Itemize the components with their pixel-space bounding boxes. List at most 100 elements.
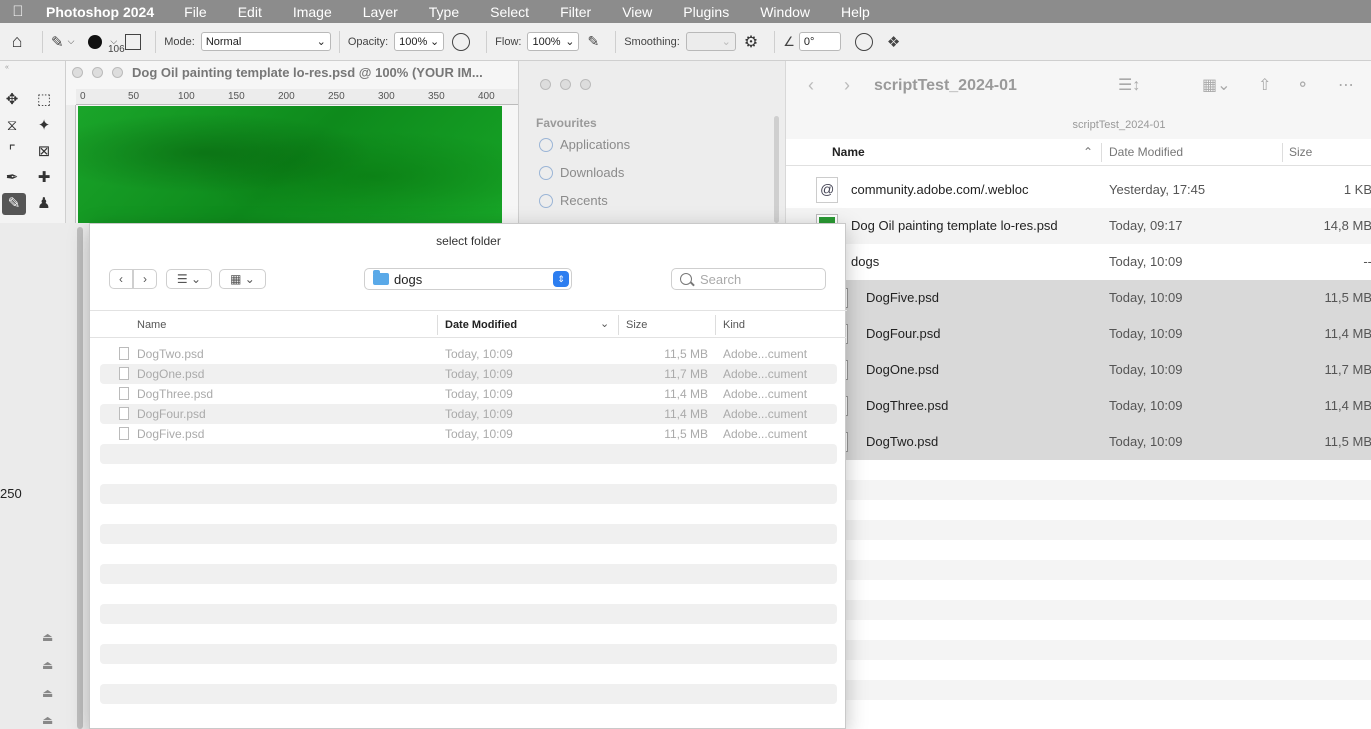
sidebar-item-downloads[interactable]: Downloads bbox=[539, 165, 624, 180]
stamp-tool-icon[interactable]: ♟ bbox=[32, 193, 56, 215]
frame-tool-icon[interactable]: ⊠ bbox=[32, 141, 56, 163]
column-name[interactable]: Name bbox=[137, 319, 166, 331]
file-date: Today, 10:09 bbox=[1109, 434, 1183, 449]
zoom-icon[interactable] bbox=[580, 79, 591, 90]
minimize-icon[interactable] bbox=[560, 79, 571, 90]
brush-tool-icon[interactable]: ✎ bbox=[2, 193, 26, 215]
column-date-modified[interactable]: Date Modified bbox=[1109, 145, 1183, 159]
list-item[interactable]: @ community.adobe.com/.webloc Yesterday,… bbox=[786, 172, 1371, 208]
eyedropper-tool-icon[interactable]: ✒ bbox=[0, 167, 24, 189]
list-view-icon[interactable]: ☰↕ bbox=[1118, 75, 1140, 95]
list-item[interactable]: Dog Oil painting template lo-res.psd Tod… bbox=[786, 208, 1371, 244]
green-canvas-image[interactable] bbox=[78, 106, 502, 223]
back-button[interactable]: ‹ bbox=[109, 269, 133, 289]
airbrush-icon[interactable]: ✎ bbox=[587, 33, 599, 50]
menu-filter[interactable]: Filter bbox=[560, 4, 603, 20]
gear-icon[interactable]: ⚙ bbox=[744, 32, 758, 52]
eject-icon[interactable]: ⏏ bbox=[42, 686, 53, 700]
column-kind[interactable]: Kind bbox=[723, 319, 745, 331]
divider bbox=[774, 30, 776, 53]
share-icon[interactable]: ⇧ bbox=[1258, 75, 1271, 95]
menu-file[interactable]: File bbox=[184, 4, 219, 20]
sidebar-item-label: Downloads bbox=[560, 165, 625, 180]
column-date-modified[interactable]: Date Modified bbox=[445, 319, 517, 331]
column-size[interactable]: Size bbox=[626, 319, 647, 331]
smoothing-field[interactable]: ⌄ bbox=[685, 32, 736, 51]
mode-select[interactable]: Normal ⌄ bbox=[200, 32, 331, 51]
more-icon[interactable]: ⋯ bbox=[1338, 75, 1354, 95]
chevron-down-icon[interactable]: ⌵ bbox=[68, 36, 75, 47]
list-item[interactable]: DogFour.psd Today, 10:09 11,4 MB bbox=[786, 316, 1371, 352]
list-item[interactable]: DogTwo.psd Today, 10:09 11,5 MB bbox=[786, 424, 1371, 460]
pressure-size-icon[interactable] bbox=[854, 32, 873, 51]
forward-icon: › bbox=[143, 272, 147, 286]
sidebar-item-recents[interactable]: Recents bbox=[539, 193, 608, 208]
home-icon[interactable]: ⌂ bbox=[0, 31, 34, 52]
apple-icon[interactable]:  bbox=[0, 3, 36, 20]
column-name[interactable]: Name bbox=[832, 145, 865, 159]
ruler-tick: 0 bbox=[80, 91, 86, 102]
menu-image[interactable]: Image bbox=[293, 4, 344, 20]
magic-wand-tool-icon[interactable]: ✦ bbox=[32, 115, 56, 137]
close-icon[interactable] bbox=[72, 67, 83, 78]
eject-icon[interactable]: ⏏ bbox=[42, 713, 53, 727]
menu-bar:  Photoshop 2024 File Edit Image Layer T… bbox=[0, 0, 1371, 23]
list-item[interactable]: DogFive.psd Today, 10:09 11,5 MB bbox=[786, 280, 1371, 316]
eject-icon[interactable]: ⏏ bbox=[42, 658, 53, 672]
opacity-field[interactable]: 100% ⌄ bbox=[394, 32, 445, 51]
menu-plugins[interactable]: Plugins bbox=[683, 4, 741, 20]
file-size: 11,4 MB bbox=[1324, 398, 1371, 413]
eject-icon[interactable]: ⏏ bbox=[42, 630, 53, 644]
angle-field[interactable]: 0° bbox=[798, 32, 841, 51]
list-item[interactable]: DogThree.psd Today, 10:09 11,4 MB bbox=[786, 388, 1371, 424]
menu-type[interactable]: Type bbox=[429, 4, 471, 20]
back-icon[interactable]: ‹ bbox=[808, 75, 814, 96]
empty-row bbox=[100, 444, 837, 464]
column-size[interactable]: Size bbox=[1289, 145, 1312, 159]
app-menu[interactable]: Photoshop 2024 bbox=[36, 4, 166, 20]
marquee-tool-icon[interactable]: ⬚ bbox=[32, 89, 56, 111]
list-item[interactable]: dogs Today, 10:09 -- bbox=[786, 244, 1371, 280]
menu-select[interactable]: Select bbox=[490, 4, 541, 20]
opacity-value: 100% bbox=[399, 35, 428, 48]
list-view-icon: ☰ ⌄ bbox=[176, 272, 202, 286]
file-name: DogThree.psd bbox=[137, 387, 214, 401]
document-titlebar[interactable]: Dog Oil painting template lo-res.psd @ 1… bbox=[66, 61, 518, 84]
scrollbar[interactable] bbox=[77, 227, 83, 729]
move-tool-icon[interactable]: ✥ bbox=[0, 89, 24, 111]
menu-layer[interactable]: Layer bbox=[363, 4, 410, 20]
sidebar-item-applications[interactable]: Applications bbox=[539, 137, 630, 152]
menu-window[interactable]: Window bbox=[760, 4, 822, 20]
list-view-button[interactable]: ☰ ⌄ bbox=[166, 269, 212, 289]
brush-tool-icon[interactable]: ✎ bbox=[51, 33, 64, 51]
brush-settings-icon[interactable] bbox=[125, 33, 142, 50]
menu-edit[interactable]: Edit bbox=[238, 4, 274, 20]
tag-icon[interactable]: ⚬ bbox=[1296, 75, 1309, 95]
left-panel: 250 ⏏ ⏏ ⏏ ⏏ bbox=[0, 223, 89, 729]
forward-icon[interactable]: › bbox=[844, 75, 850, 96]
flow-field[interactable]: 100% ⌄ bbox=[527, 32, 580, 51]
lasso-tool-icon[interactable]: ⧖ bbox=[0, 115, 24, 137]
sort-descending-icon[interactable]: ⌄ bbox=[600, 317, 609, 330]
list-item[interactable]: DogOne.psd Today, 10:09 11,7 MB bbox=[786, 352, 1371, 388]
crop-tool-icon[interactable]: ⌜ bbox=[0, 141, 24, 163]
menu-view[interactable]: View bbox=[622, 4, 664, 20]
recents-icon bbox=[539, 193, 553, 208]
sort-ascending-icon[interactable]: ⌃ bbox=[1083, 145, 1093, 159]
scrollbar[interactable] bbox=[774, 116, 779, 223]
folder-popup[interactable]: dogs ⇕ bbox=[364, 268, 572, 290]
healing-brush-tool-icon[interactable]: ✚ bbox=[32, 167, 56, 189]
pressure-opacity-icon[interactable] bbox=[452, 32, 471, 51]
search-input[interactable]: Search bbox=[671, 268, 826, 290]
close-icon[interactable] bbox=[540, 79, 551, 90]
minimize-icon[interactable] bbox=[92, 67, 103, 78]
forward-button[interactable]: › bbox=[133, 269, 157, 289]
symmetry-icon[interactable]: ❖ bbox=[887, 33, 900, 51]
brush-preset-picker[interactable] bbox=[88, 34, 103, 49]
zoom-icon[interactable] bbox=[112, 67, 123, 78]
panel-collapse-icon[interactable]: « bbox=[5, 64, 9, 71]
group-icon[interactable]: ▦⌄ bbox=[1202, 75, 1231, 95]
group-button[interactable]: ▦ ⌄ bbox=[219, 269, 266, 289]
menu-help[interactable]: Help bbox=[841, 4, 882, 20]
divider bbox=[437, 315, 438, 335]
